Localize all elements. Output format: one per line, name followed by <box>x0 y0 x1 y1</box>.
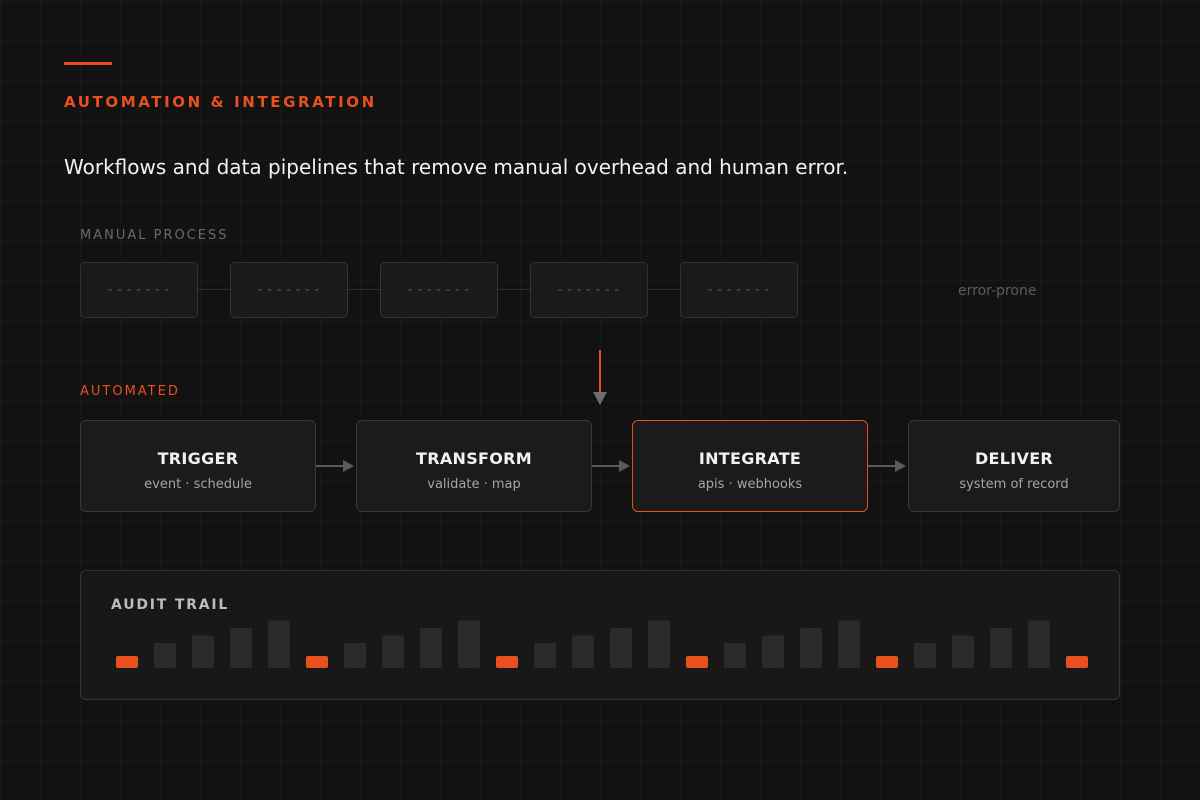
stage-trigger: TRIGGER event · schedule <box>80 420 316 512</box>
audit-bar <box>572 635 594 668</box>
audit-bar <box>1028 620 1050 668</box>
stage-transform: TRANSFORM validate · map <box>356 420 592 512</box>
audit-bar <box>610 628 632 668</box>
flow-arrow-icon <box>868 460 906 472</box>
audit-bar <box>800 628 822 668</box>
manual-step-box: ------- <box>230 262 348 318</box>
stage-title: DELIVER <box>974 449 1054 468</box>
stage-subtitle: validate · map <box>427 477 521 492</box>
audit-bar <box>724 643 746 668</box>
audit-bar-highlight <box>116 656 138 668</box>
automated-label: AUTOMATED <box>80 384 180 399</box>
error-prone-note: error-prone <box>958 283 1037 299</box>
page-headline: Workflows and data pipelines that remove… <box>64 155 849 179</box>
flow-arrow-icon <box>316 460 354 472</box>
audit-bar <box>154 643 176 668</box>
stage-title: INTEGRATE <box>698 449 802 468</box>
audit-bar <box>838 620 860 668</box>
manual-step-box: ------- <box>680 262 798 318</box>
flow-arrow-icon <box>592 460 630 472</box>
audit-bar-highlight <box>496 656 518 668</box>
audit-bar <box>990 628 1012 668</box>
audit-bar <box>952 635 974 668</box>
audit-bar <box>534 643 556 668</box>
audit-bar <box>230 628 252 668</box>
audit-bar-highlight <box>1066 656 1088 668</box>
manual-step-box: ------- <box>530 262 648 318</box>
manual-step-box: ------- <box>80 262 198 318</box>
audit-bar-highlight <box>876 656 898 668</box>
audit-bar-highlight <box>686 656 708 668</box>
audit-bar <box>192 635 214 668</box>
stage-title: TRIGGER <box>157 449 239 468</box>
down-arrow-icon <box>593 350 607 405</box>
manual-step-box: ------- <box>380 262 498 318</box>
stage-title: TRANSFORM <box>415 449 532 468</box>
audit-trail-panel: AUDIT TRAIL <box>80 570 1120 700</box>
audit-bar <box>268 620 290 668</box>
audit-bar <box>458 620 480 668</box>
audit-bar <box>420 628 442 668</box>
audit-bar <box>914 643 936 668</box>
audit-bar <box>382 635 404 668</box>
audit-bar <box>762 635 784 668</box>
stage-integrate: INTEGRATE apis · webhooks <box>632 420 868 512</box>
manual-process-label: MANUAL PROCESS <box>80 228 229 243</box>
audit-bar <box>648 620 670 668</box>
stage-deliver: DELIVER system of record <box>908 420 1120 512</box>
stage-subtitle: system of record <box>959 477 1069 492</box>
section-eyebrow: AUTOMATION & INTEGRATION <box>64 93 377 111</box>
audit-bar-highlight <box>306 656 328 668</box>
stage-subtitle: event · schedule <box>144 477 252 492</box>
accent-rule <box>64 62 112 65</box>
audit-bar <box>344 643 366 668</box>
stage-subtitle: apis · webhooks <box>697 477 803 492</box>
audit-bars-chart <box>116 620 1088 668</box>
